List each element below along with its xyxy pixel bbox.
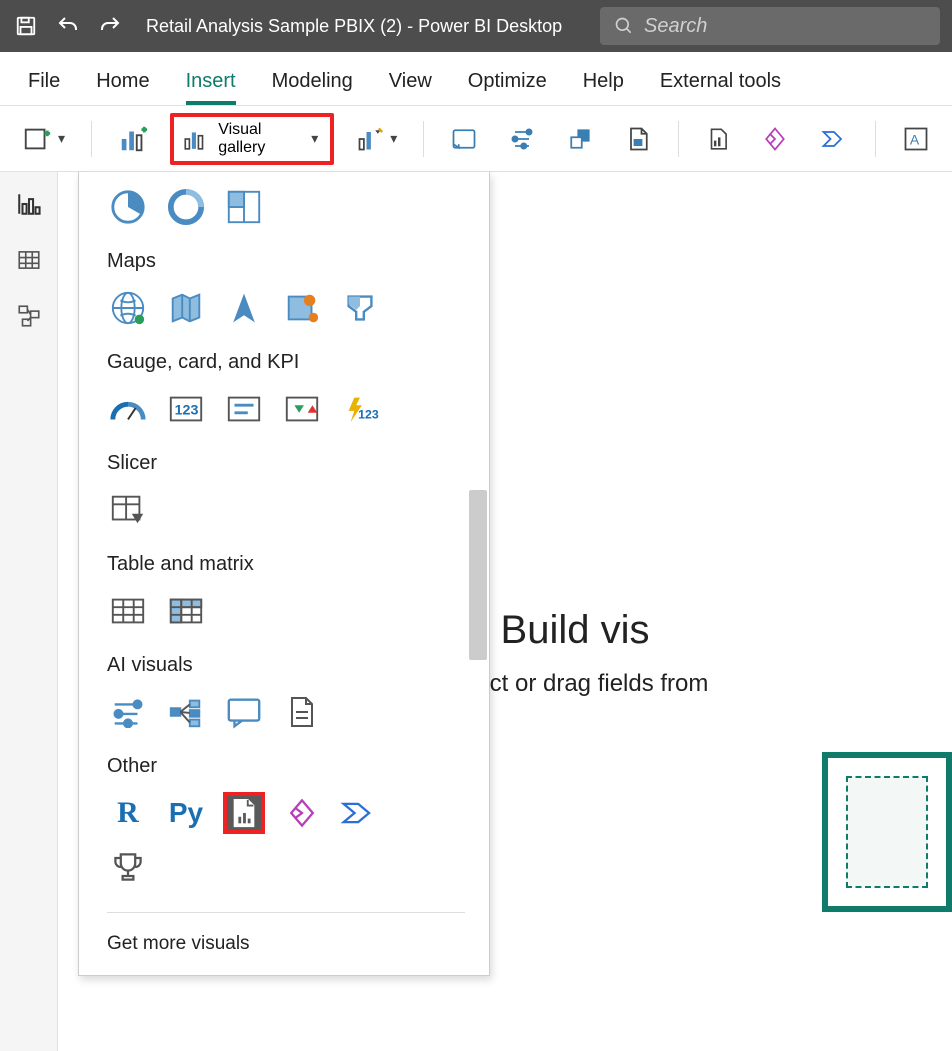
new-visual-button[interactable] [110, 117, 156, 161]
qa-icon[interactable] [223, 691, 265, 733]
visual-gallery-dropdown: Maps Gauge, card, and KPI [78, 172, 490, 976]
map-icon[interactable] [107, 287, 149, 329]
divider [91, 121, 92, 157]
menu-bar: File Home Insert Modeling View Optimize … [0, 52, 952, 106]
table-icon[interactable] [107, 590, 149, 632]
matrix-icon[interactable] [165, 590, 207, 632]
svg-text:123: 123 [358, 408, 379, 422]
paginated-report-button[interactable] [697, 117, 739, 161]
section-table-label: Table and matrix [107, 553, 465, 576]
svg-text:123: 123 [175, 403, 199, 419]
scrollbar-thumb[interactable] [469, 490, 487, 660]
power-apps-button[interactable] [753, 117, 797, 161]
undo-icon[interactable] [54, 12, 82, 40]
card-new-icon[interactable]: 123 [339, 388, 381, 430]
chevron-down-icon: ▾ [58, 130, 65, 147]
key-influencers-icon[interactable] [107, 691, 149, 733]
window-title: Retail Analysis Sample PBIX (2) - Power … [146, 16, 562, 37]
visual-gallery-icon [182, 124, 208, 154]
divider [875, 121, 876, 157]
multi-row-card-icon[interactable] [223, 388, 265, 430]
power-automate-button[interactable] [811, 117, 857, 161]
chevron-down-icon: ▾ [390, 130, 397, 147]
python-visual-icon[interactable]: Py [165, 792, 207, 834]
menu-insert[interactable]: Insert [168, 60, 254, 105]
image-button[interactable] [616, 117, 660, 161]
body-area: Maps Gauge, card, and KPI [0, 172, 952, 1051]
azure-map-icon[interactable] [281, 287, 323, 329]
trophy-icon[interactable] [107, 846, 149, 888]
chevron-down-icon: ▾ [311, 130, 318, 147]
kpi-icon[interactable] [281, 388, 323, 430]
report-view-icon[interactable] [13, 188, 45, 220]
view-rail [0, 172, 58, 1051]
visual-drop-zone[interactable] [846, 776, 928, 888]
menu-view[interactable]: View [371, 60, 450, 105]
section-gauge-label: Gauge, card, and KPI [107, 351, 465, 374]
visual-gallery-button[interactable]: Visual gallery ▾ [170, 113, 334, 165]
table-view-icon[interactable] [13, 244, 45, 276]
donut-chart-icon[interactable] [165, 186, 207, 228]
ribbon-toolbar: ▾ Visual gallery ▾ ▾ A [0, 106, 952, 172]
menu-home[interactable]: Home [78, 60, 167, 105]
treemap-icon[interactable] [223, 186, 265, 228]
menu-external-tools[interactable]: External tools [642, 60, 799, 105]
redo-icon[interactable] [96, 12, 124, 40]
text-box-button[interactable] [442, 117, 486, 161]
r-visual-icon[interactable]: R [107, 792, 149, 834]
power-automate-visual-icon[interactable] [339, 792, 381, 834]
shape-map-icon[interactable] [339, 287, 381, 329]
model-view-icon[interactable] [13, 300, 45, 332]
narrative-icon[interactable] [281, 691, 323, 733]
menu-help[interactable]: Help [565, 60, 642, 105]
section-slicer-label: Slicer [107, 452, 465, 475]
visual-gallery-label: Visual gallery [218, 121, 301, 157]
gauge-icon[interactable] [107, 388, 149, 430]
search-box[interactable]: Search [600, 7, 940, 45]
pie-chart-icon[interactable] [107, 186, 149, 228]
slicer-icon[interactable] [107, 489, 149, 531]
search-icon [614, 16, 634, 36]
menu-optimize[interactable]: Optimize [450, 60, 565, 105]
divider [423, 121, 424, 157]
menu-modeling[interactable]: Modeling [254, 60, 371, 105]
section-other-label: Other [107, 755, 465, 778]
save-icon[interactable] [12, 12, 40, 40]
buttons-button[interactable] [500, 117, 544, 161]
title-bar: Retail Analysis Sample PBIX (2) - Power … [0, 0, 952, 52]
sparkline-button[interactable]: A [894, 117, 938, 161]
divider [678, 121, 679, 157]
get-more-visuals-link[interactable]: Get more visuals [107, 933, 465, 955]
more-visuals-button[interactable]: ▾ [348, 117, 405, 161]
filled-map-icon[interactable] [165, 287, 207, 329]
paginated-report-visual-icon[interactable] [223, 792, 265, 834]
arcgis-map-icon[interactable] [223, 287, 265, 329]
visual-placeholder[interactable] [822, 752, 952, 912]
section-maps-label: Maps [107, 250, 465, 273]
decomposition-tree-icon[interactable] [165, 691, 207, 733]
new-page-button[interactable]: ▾ [14, 117, 73, 161]
power-apps-visual-icon[interactable] [281, 792, 323, 834]
svg-text:A: A [910, 131, 920, 147]
search-placeholder: Search [644, 15, 707, 38]
shapes-button[interactable] [558, 117, 602, 161]
separator [107, 912, 465, 913]
menu-file[interactable]: File [10, 60, 78, 105]
card-icon[interactable]: 123 [165, 388, 207, 430]
section-ai-label: AI visuals [107, 654, 465, 677]
